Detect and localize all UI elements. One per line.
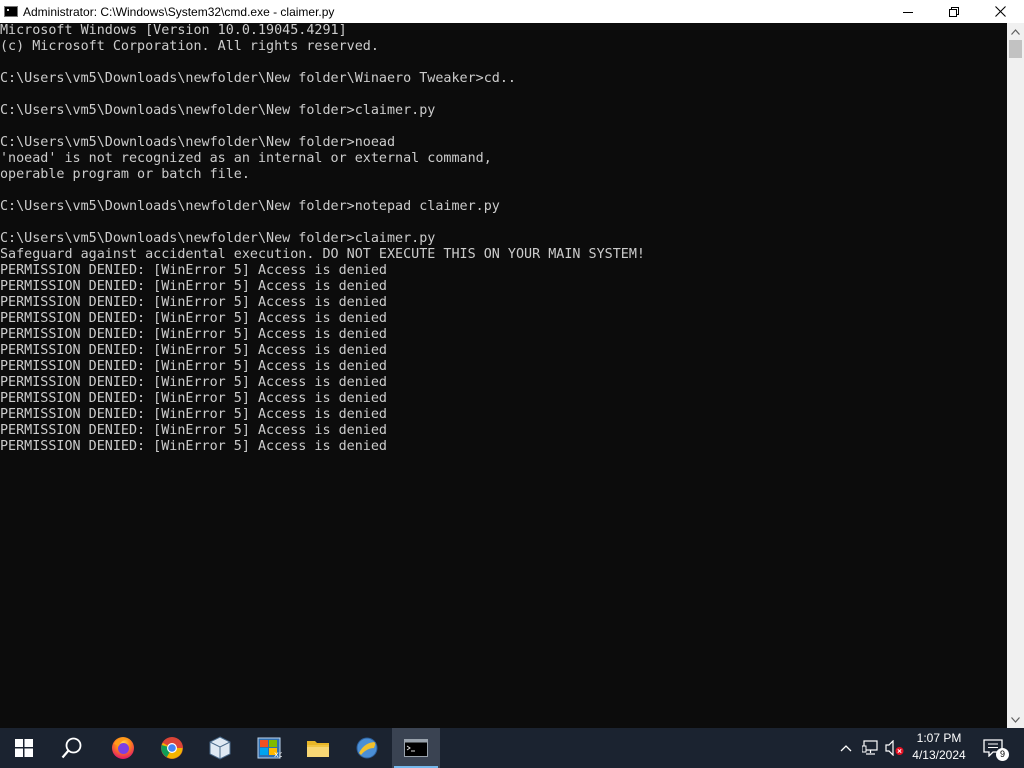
scroll-up-button[interactable] [1007, 23, 1024, 40]
console-line: PERMISSION DENIED: [WinError 5] Access i… [0, 407, 387, 422]
firefox-icon [112, 737, 134, 759]
winaero-tweaker-icon [356, 737, 378, 759]
search-button[interactable] [48, 728, 96, 768]
taskbar-firefox[interactable] [99, 728, 147, 768]
start-button[interactable] [0, 728, 48, 768]
virtualbox-cube-icon [209, 736, 231, 760]
console-line: (c) Microsoft Corporation. All rights re… [0, 39, 379, 54]
title-bar[interactable]: Administrator: C:\Windows\System32\cmd.e… [0, 0, 1024, 23]
file-explorer-icon [307, 741, 329, 757]
close-button[interactable] [977, 0, 1023, 23]
taskbar: xp 1:07 PM 4/13/2024 [0, 728, 1024, 768]
cmd-app-icon[interactable] [4, 6, 18, 17]
console-line: C:\Users\vm5\Downloads\newfolder\New fol… [0, 103, 436, 118]
network-button[interactable] [860, 728, 882, 768]
chrome-icon [161, 737, 183, 759]
console-line: PERMISSION DENIED: [WinError 5] Access i… [0, 375, 387, 390]
minimize-button[interactable] [885, 0, 931, 23]
show-hidden-icons-button[interactable] [836, 728, 856, 768]
volume-muted-icon [885, 740, 904, 756]
scroll-up-arrow-icon [1011, 28, 1020, 35]
console-line: PERMISSION DENIED: [WinError 5] Access i… [0, 391, 387, 406]
clock-time: 1:07 PM [916, 731, 962, 745]
console-line: PERMISSION DENIED: [WinError 5] Access i… [0, 359, 387, 374]
windows-start-icon [15, 739, 33, 757]
notification-count-badge: 9 [996, 748, 1009, 761]
chevron-up-icon [840, 745, 852, 752]
console-line: PERMISSION DENIED: [WinError 5] Access i… [0, 311, 387, 326]
search-icon [61, 737, 82, 759]
minimize-icon [903, 11, 913, 13]
window-title: Administrator: C:\Windows\System32\cmd.e… [23, 4, 335, 19]
console-line: PERMISSION DENIED: [WinError 5] Access i… [0, 327, 387, 342]
taskbar-winaero-tweaker[interactable] [343, 728, 391, 768]
taskbar-file-explorer[interactable] [294, 728, 342, 768]
restore-icon [949, 6, 959, 17]
volume-button[interactable] [884, 728, 906, 768]
taskbar-chrome[interactable] [148, 728, 196, 768]
console-line: 'noead' is not recognized as an internal… [0, 151, 492, 166]
command-prompt-icon [404, 739, 428, 757]
xp-tweaker-icon: xp [257, 737, 282, 759]
console-line: Safeguard against accidental execution. … [0, 247, 645, 262]
console-line: PERMISSION DENIED: [WinError 5] Access i… [0, 279, 387, 294]
console-line: C:\Users\vm5\Downloads\newfolder\New fol… [0, 199, 500, 214]
console-line: PERMISSION DENIED: [WinError 5] Access i… [0, 263, 387, 278]
console-line: PERMISSION DENIED: [WinError 5] Access i… [0, 295, 387, 310]
console-line: C:\Users\vm5\Downloads\newfolder\New fol… [0, 135, 396, 150]
console-line: Microsoft Windows [Version 10.0.19045.42… [0, 23, 347, 38]
taskbar-command-prompt[interactable] [392, 728, 440, 768]
console-output[interactable]: Microsoft Windows [Version 10.0.19045.42… [0, 23, 1007, 728]
console-line: C:\Users\vm5\Downloads\newfolder\New fol… [0, 231, 436, 246]
network-icon [862, 740, 878, 755]
taskbar-virtualbox[interactable] [196, 728, 244, 768]
vertical-scrollbar[interactable] [1007, 23, 1024, 728]
console-line: PERMISSION DENIED: [WinError 5] Access i… [0, 439, 387, 454]
console-line: PERMISSION DENIED: [WinError 5] Access i… [0, 343, 387, 358]
taskbar-xp-tweaker[interactable]: xp [245, 728, 293, 768]
clock-date: 4/13/2024 [912, 748, 966, 762]
close-icon [994, 6, 1006, 17]
cmd-window[interactable]: Administrator: C:\Windows\System32\cmd.e… [0, 0, 1024, 728]
maximize-button[interactable] [931, 0, 977, 23]
console-line: PERMISSION DENIED: [WinError 5] Access i… [0, 423, 387, 438]
console-line: operable program or batch file. [0, 167, 250, 182]
scroll-thumb[interactable] [1009, 40, 1022, 58]
svg-text:xp: xp [274, 750, 282, 759]
scroll-down-arrow-icon [1011, 716, 1020, 723]
console-line: C:\Users\vm5\Downloads\newfolder\New fol… [0, 71, 516, 86]
clock[interactable]: 1:07 PM 4/13/2024 [906, 730, 972, 766]
scroll-down-button[interactable] [1007, 711, 1024, 728]
